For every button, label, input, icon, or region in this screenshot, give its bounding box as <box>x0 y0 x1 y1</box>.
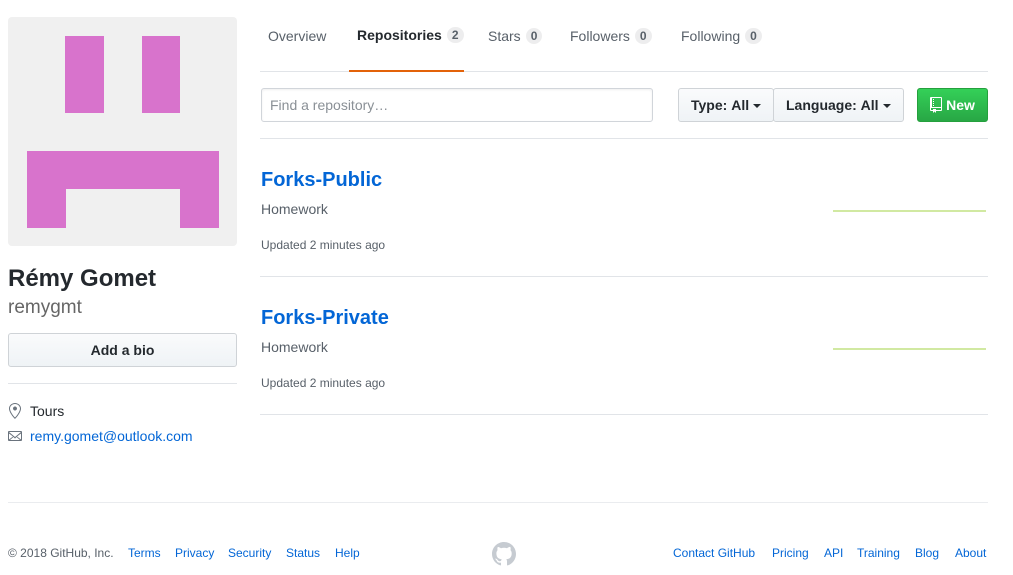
repo-description: Homework <box>261 201 328 217</box>
footer-link-privacy[interactable]: Privacy <box>175 545 214 561</box>
type-filter-button[interactable]: Type: All <box>678 88 775 122</box>
language-filter-value: All <box>860 97 879 113</box>
tab-overview[interactable]: Overview <box>260 0 334 72</box>
repo-activity-graph <box>833 210 986 212</box>
location-item: Tours <box>8 402 64 420</box>
footer-link-help[interactable]: Help <box>335 545 360 561</box>
tab-stars[interactable]: Stars 0 <box>480 0 550 72</box>
language-filter-key: Language: <box>786 97 857 113</box>
footer-link-about[interactable]: About <box>955 545 986 561</box>
footer-link-blog[interactable]: Blog <box>915 545 939 561</box>
repository-search-input[interactable] <box>261 88 653 122</box>
footer-link-terms[interactable]: Terms <box>128 545 161 561</box>
tab-label: Following <box>681 28 741 44</box>
avatar-pixel <box>180 189 219 228</box>
tab-count: 0 <box>525 28 543 44</box>
tab-label: Overview <box>268 28 327 44</box>
github-logo-icon[interactable] <box>492 542 516 566</box>
repo-list-item: Forks-Private Homework Updated 2 minutes… <box>260 277 988 415</box>
chevron-down-icon <box>753 104 762 108</box>
location-icon <box>9 403 21 419</box>
repo-name-link[interactable]: Forks-Private <box>261 306 389 330</box>
repo-name-link[interactable]: Forks-Public <box>261 168 382 192</box>
sidebar-divider <box>8 383 237 384</box>
repo-updated: Updated 2 minutes ago <box>261 238 386 252</box>
avatar-pixel <box>65 36 104 113</box>
tab-following[interactable]: Following 0 <box>673 0 770 72</box>
tab-followers[interactable]: Followers 0 <box>562 0 660 72</box>
tab-count: 2 <box>446 27 464 43</box>
footer-link-security[interactable]: Security <box>228 545 271 561</box>
type-filter-value: All <box>731 97 750 113</box>
tab-count: 0 <box>745 28 762 44</box>
new-repository-button[interactable]: New <box>917 88 988 122</box>
profile-fullname: Rémy Gomet <box>8 265 157 292</box>
email-link[interactable]: remy.gomet@outlook.com <box>30 427 193 445</box>
avatar-pixel <box>27 189 66 228</box>
avatar-pixel <box>27 151 219 189</box>
location-text: Tours <box>30 403 65 419</box>
mail-icon <box>8 431 22 441</box>
tab-label: Followers <box>570 28 630 44</box>
footer-link-contact[interactable]: Contact GitHub <box>673 545 755 561</box>
copyright-text: © 2018 GitHub, Inc. <box>8 546 114 560</box>
avatar-pixel <box>142 36 180 113</box>
type-filter-key: Type: <box>691 97 728 113</box>
repo-icon <box>930 97 943 113</box>
footer-copyright: © 2018 GitHub, Inc. <box>8 545 114 561</box>
tab-label: Stars <box>488 28 521 44</box>
repo-activity-graph <box>833 348 986 350</box>
footer-link-status[interactable]: Status <box>286 545 320 561</box>
profile-username: remygmt <box>8 297 82 318</box>
chevron-down-icon <box>882 104 891 108</box>
avatar[interactable] <box>8 17 237 246</box>
tab-label: Repositories <box>357 27 442 43</box>
repo-description: Homework <box>261 339 328 355</box>
footer-link-pricing[interactable]: Pricing <box>772 545 809 561</box>
footer-divider <box>8 502 988 503</box>
repo-list-item: Forks-Public Homework Updated 2 minutes … <box>260 139 988 277</box>
email-item: remy.gomet@outlook.com <box>8 427 193 445</box>
repo-updated: Updated 2 minutes ago <box>261 376 386 390</box>
tab-count: 0 <box>634 28 652 44</box>
new-button-label: New <box>946 97 975 113</box>
profile-tabs: Overview Repositories 2 Stars 0 Follower… <box>260 0 988 72</box>
add-bio-button[interactable]: Add a bio <box>8 333 237 367</box>
tab-repositories[interactable]: Repositories 2 <box>349 0 464 72</box>
language-filter-button[interactable]: Language: All <box>773 88 904 122</box>
footer-link-api[interactable]: API <box>824 545 843 561</box>
footer-link-training[interactable]: Training <box>857 545 900 561</box>
